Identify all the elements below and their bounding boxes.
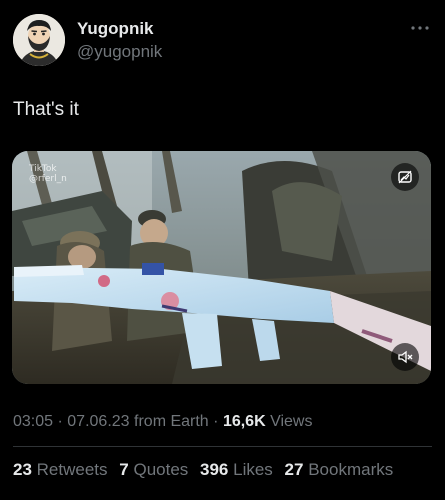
video-watermark: TikTok @rferl_n bbox=[29, 164, 67, 184]
retweets-label: Retweets bbox=[36, 460, 108, 479]
bookmarks-count: 27 bbox=[284, 460, 304, 479]
tweet-time[interactable]: 03:05 bbox=[13, 413, 53, 430]
bookmarks-label: Bookmarks bbox=[308, 460, 394, 479]
meta-separator: · bbox=[57, 413, 63, 430]
quotes-label: Quotes bbox=[133, 460, 189, 479]
watermark-brand: TikTok bbox=[29, 164, 57, 174]
quotes-stat[interactable]: 7 Quotes bbox=[119, 460, 193, 479]
likes-label: Likes bbox=[233, 460, 273, 479]
engagement-stats: 23 Retweets 7 Quotes 396 Likes 27 Bookma… bbox=[13, 460, 400, 480]
alt-text-button[interactable] bbox=[391, 163, 419, 191]
tweet-video[interactable]: TikTok @rferl_n bbox=[12, 151, 431, 384]
avatar-portrait-icon bbox=[13, 14, 65, 66]
speaker-muted-icon bbox=[398, 350, 413, 364]
alt-text-icon bbox=[398, 170, 412, 184]
author-display-name[interactable]: Yugopnik bbox=[77, 19, 154, 39]
more-options-button[interactable] bbox=[410, 20, 430, 30]
mute-toggle-button[interactable] bbox=[391, 343, 419, 371]
retweets-stat[interactable]: 23 Retweets bbox=[13, 460, 112, 479]
more-dots-icon bbox=[411, 26, 429, 30]
author-handle[interactable]: @yugopnik bbox=[77, 42, 162, 62]
tweet-date[interactable]: 07.06.23 bbox=[67, 413, 129, 430]
likes-stat[interactable]: 396 Likes bbox=[200, 460, 278, 479]
bookmarks-stat[interactable]: 27 Bookmarks bbox=[285, 460, 394, 479]
tweet-source: from Earth bbox=[134, 413, 209, 430]
watermark-handle: @rferl_n bbox=[29, 174, 67, 184]
retweets-count: 23 bbox=[13, 460, 32, 479]
likes-count: 396 bbox=[200, 460, 229, 479]
meta-separator: · bbox=[213, 413, 219, 430]
tweet-text: That's it bbox=[13, 99, 79, 120]
views-count: 16,6K bbox=[222, 413, 266, 430]
views-label: Views bbox=[270, 413, 313, 430]
tweet-meta: 03:05 · 07.06.23 from Earth · 16,6K View… bbox=[13, 413, 312, 431]
avatar[interactable] bbox=[13, 14, 65, 66]
video-frame-image bbox=[12, 151, 431, 384]
divider bbox=[13, 446, 432, 447]
quotes-count: 7 bbox=[119, 460, 129, 479]
